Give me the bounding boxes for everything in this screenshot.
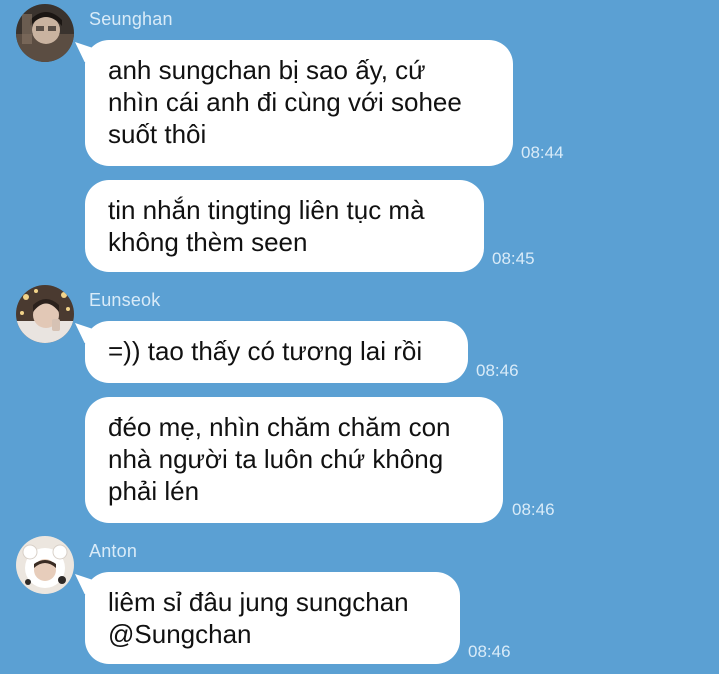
sender-name: Eunseok <box>89 290 161 310</box>
message-line: liêm sỉ đâu jung sungchan <box>108 587 409 617</box>
message-time: 08:45 <box>492 249 535 268</box>
message-bubble[interactable]: tin nhắn tingting liên tục mà không thèm… <box>85 180 484 272</box>
message-time: 08:46 <box>512 500 555 519</box>
message-line: @Sungchan <box>108 619 252 649</box>
message-bubble[interactable]: =)) tao thấy có tương lai rồi <box>85 321 468 383</box>
message-line: đéo mẹ, nhìn chăm chăm con <box>108 412 451 442</box>
avatar-seunghan[interactable] <box>16 4 74 62</box>
message-bubble[interactable]: liêm sỉ đâu jung sungchan @Sungchan <box>85 572 460 664</box>
message-line: anh sungchan bị sao ấy, cứ <box>108 55 426 85</box>
message-line: nhà người ta luôn chứ không <box>108 444 444 474</box>
avatar-anton[interactable] <box>16 536 74 594</box>
message-bubble[interactable]: anh sungchan bị sao ấy, cứ nhìn cái anh … <box>85 40 513 166</box>
sender-name: Seunghan <box>89 9 173 29</box>
message-time: 08:46 <box>476 361 519 380</box>
message-time: 08:46 <box>468 642 511 661</box>
message-time: 08:44 <box>521 143 564 162</box>
message-line: tin nhắn tingting liên tục mà <box>108 195 425 225</box>
message-line: nhìn cái anh đi cùng với sohee <box>108 87 462 117</box>
message-bubble[interactable]: đéo mẹ, nhìn chăm chăm con nhà người ta … <box>85 397 503 523</box>
avatar-eunseok[interactable] <box>16 285 74 343</box>
message-line: không thèm seen <box>108 227 308 257</box>
chat-thread: Seunghan anh sungchan bị sao ấy, cứ nhìn… <box>0 0 719 674</box>
sender-name: Anton <box>89 541 138 561</box>
message-line: phải lén <box>108 476 200 506</box>
message-line: =)) tao thấy có tương lai rồi <box>108 336 423 366</box>
message-line: suốt thôi <box>108 119 207 149</box>
